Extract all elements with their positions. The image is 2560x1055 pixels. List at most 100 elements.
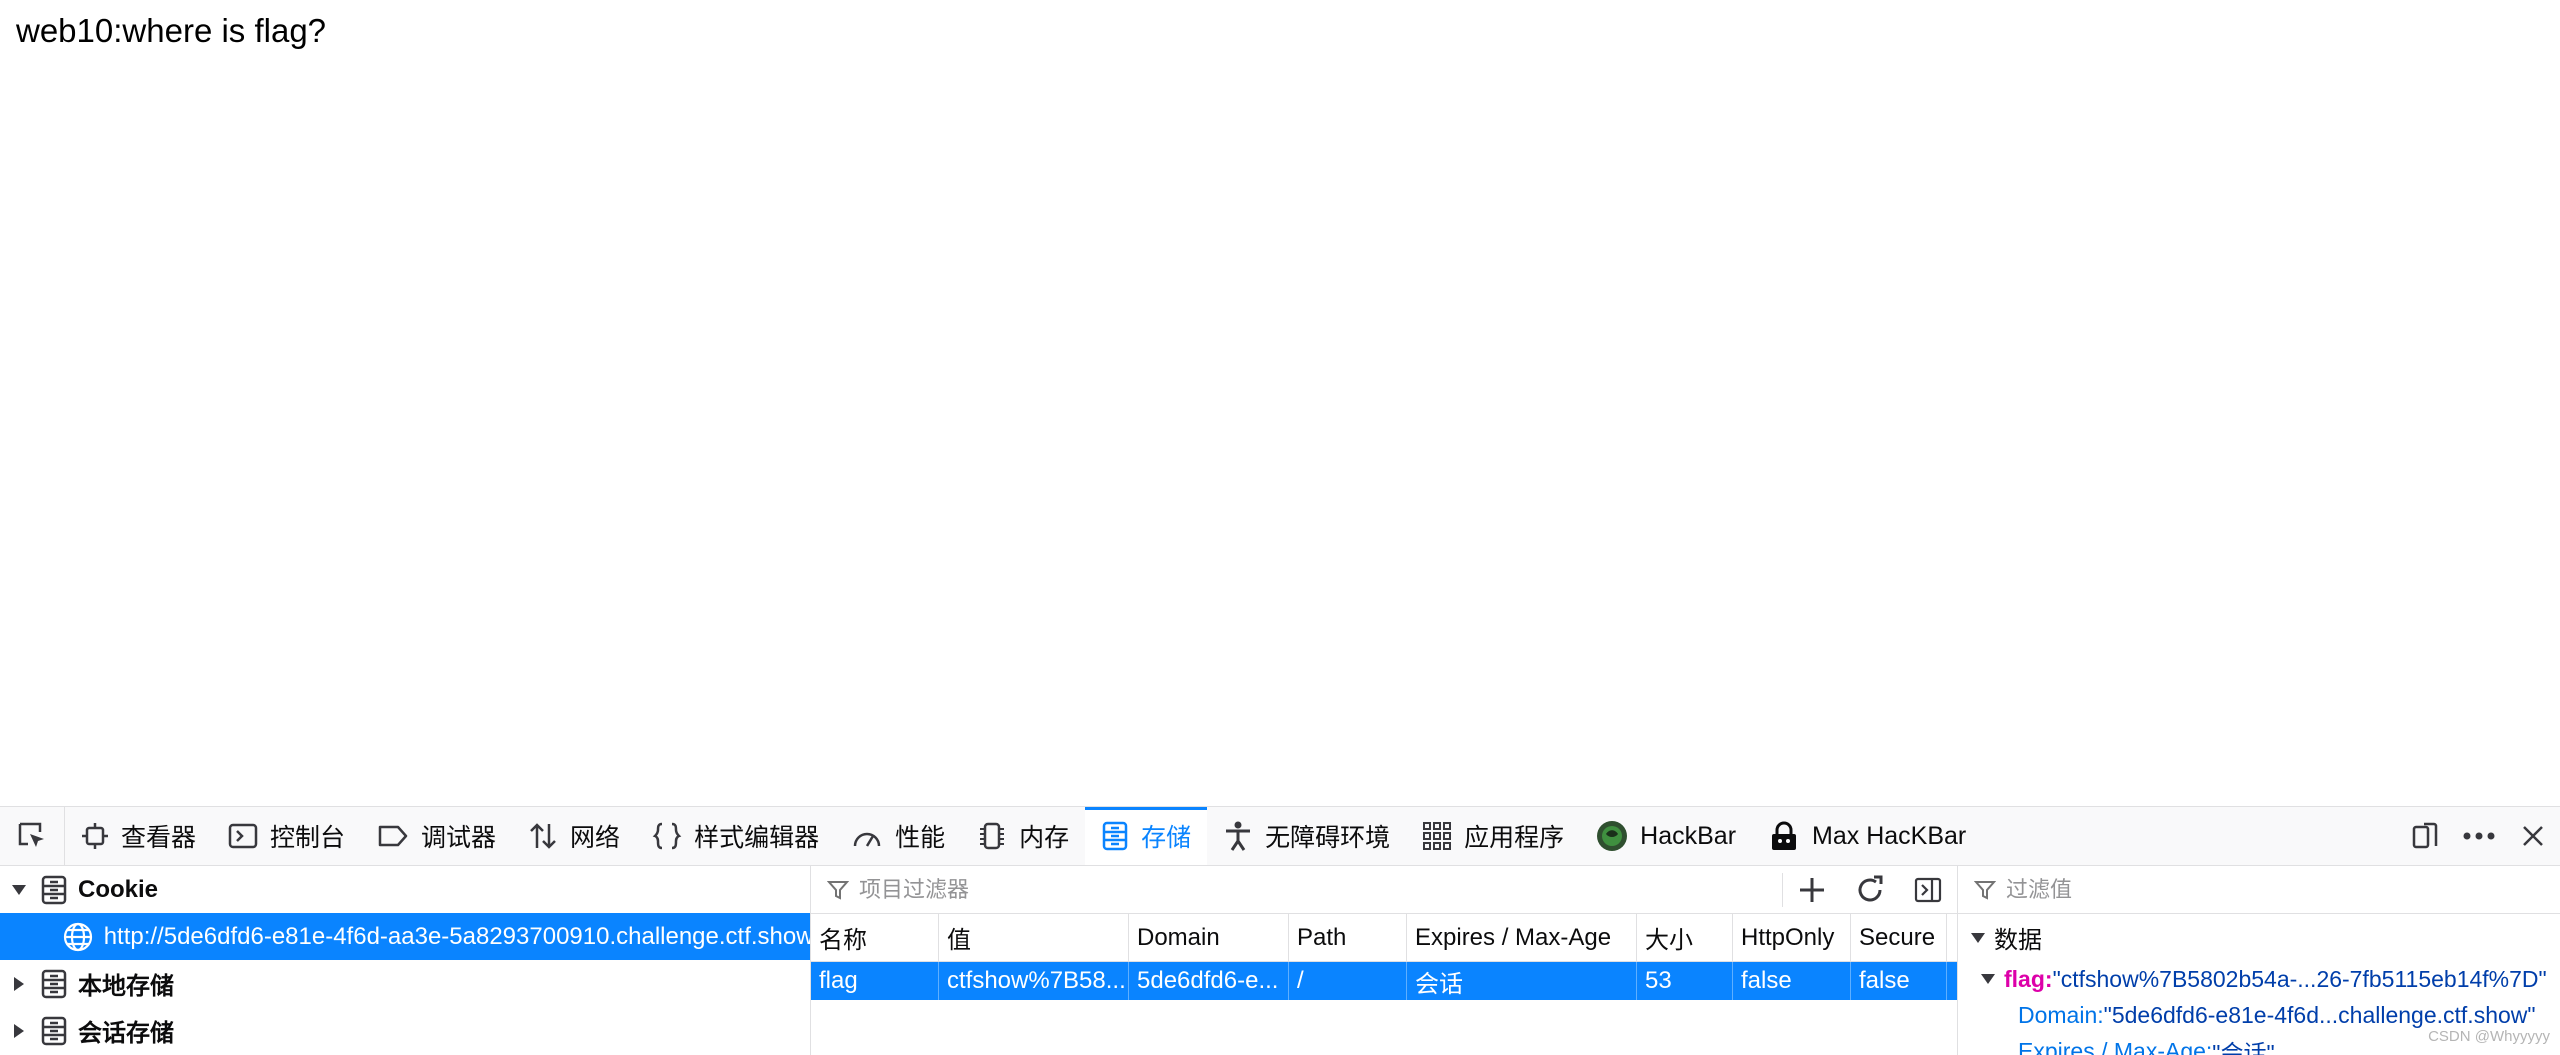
column-header-domain[interactable]: Domain	[1129, 914, 1289, 961]
tab-inspector[interactable]: 查看器	[65, 807, 212, 865]
detail-key: flag	[2004, 966, 2045, 993]
tab-memory[interactable]: 内存	[961, 807, 1085, 865]
tab-label: 无障碍环境	[1265, 818, 1390, 854]
table-header: 名称 值 Domain Path Expires / Max-Age 大小 Ht…	[811, 914, 1957, 962]
flag-detail-row[interactable]: flag: "ctfshow%7B5802b54a-...26-7fb5115e…	[1958, 961, 2560, 997]
toolbar-right-controls	[2398, 807, 2560, 865]
cell-domain: 5de6dfd6-e...	[1129, 962, 1289, 1000]
column-header-name[interactable]: 名称	[811, 914, 939, 961]
tab-label: 性能	[895, 818, 945, 854]
column-header-expires[interactable]: Expires / Max-Age	[1407, 914, 1637, 961]
hackbar-icon	[1596, 820, 1628, 852]
tree-item-session-storage[interactable]: 会话存储	[0, 1007, 810, 1054]
performance-icon	[851, 822, 883, 850]
refresh-icon	[1855, 875, 1885, 905]
sidebar-toggle-icon	[1914, 877, 1942, 903]
tab-max-hackbar[interactable]: Max HacKBar	[1752, 807, 1982, 865]
tab-label: 存储	[1141, 818, 1191, 854]
cookie-details-panel: 数据 flag: "ctfshow%7B5802b54a-...26-7fb51…	[1958, 866, 2560, 1055]
items-filter-bar	[811, 866, 1957, 914]
tree-label: http://5de6dfd6-e81e-4f6d-aa3e-5a8293700…	[104, 923, 810, 951]
cell-expires: 会话	[1407, 962, 1637, 1000]
values-filter-input[interactable]	[2004, 876, 2508, 904]
collapsed-arrow-icon[interactable]	[8, 1023, 30, 1039]
style-editor-icon	[652, 821, 682, 851]
filter-icon	[1974, 879, 1996, 901]
tab-label: 网络	[570, 818, 620, 854]
column-header-httponly[interactable]: HttpOnly	[1733, 914, 1851, 961]
cell-secure: false	[1851, 962, 1947, 1000]
tab-hackbar[interactable]: HackBar	[1580, 807, 1752, 865]
tree-label: Cookie	[78, 876, 158, 904]
inspector-icon	[81, 822, 109, 850]
detail-value: "ctfshow%7B5802b54a-...26-7fb5115eb14f%7…	[2053, 966, 2547, 993]
more-options-button[interactable]	[2452, 807, 2506, 865]
data-section-header[interactable]: 数据	[1958, 914, 2560, 961]
collapsed-arrow-icon[interactable]	[8, 976, 30, 992]
storage-icon	[1101, 821, 1129, 851]
tree-item-cookie-host[interactable]: http://5de6dfd6-e81e-4f6d-aa3e-5a8293700…	[0, 913, 810, 960]
storage-icon	[40, 1016, 68, 1046]
cookie-table-panel: 名称 值 Domain Path Expires / Max-Age 大小 Ht…	[811, 866, 1958, 1055]
cell-path: /	[1289, 962, 1407, 1000]
tab-style-editor[interactable]: 样式编辑器	[636, 807, 835, 865]
tree-item-cookie[interactable]: Cookie	[0, 866, 810, 913]
detail-value: "5de6dfd6-e81e-4f6d...challenge.ctf.show…	[2104, 1002, 2536, 1029]
tab-label: 调试器	[421, 818, 496, 854]
network-icon	[528, 821, 558, 851]
cell-name: flag	[811, 962, 939, 1000]
tab-performance[interactable]: 性能	[835, 807, 961, 865]
tab-label: 内存	[1019, 818, 1069, 854]
tab-console[interactable]: 控制台	[212, 807, 361, 865]
max-hackbar-icon	[1768, 820, 1800, 852]
responsive-design-button[interactable]	[2398, 807, 2452, 865]
console-icon	[228, 822, 258, 850]
memory-icon	[977, 821, 1007, 851]
close-devtools-button[interactable]	[2506, 807, 2560, 865]
toggle-sidebar-button[interactable]	[1899, 877, 1957, 903]
tab-label: Max HacKBar	[1812, 822, 1966, 851]
tab-label: 应用程序	[1464, 818, 1564, 854]
expanded-arrow-icon[interactable]	[8, 884, 30, 896]
column-header-secure[interactable]: Secure	[1851, 914, 1947, 961]
cell-value: ctfshow%7B58...	[939, 962, 1129, 1000]
column-header-path[interactable]: Path	[1289, 914, 1407, 961]
tab-debugger[interactable]: 调试器	[361, 807, 512, 865]
expanded-arrow-icon[interactable]	[1980, 973, 1996, 985]
tree-label: 本地存储	[78, 966, 174, 1001]
tab-accessibility[interactable]: 无障碍环境	[1207, 807, 1406, 865]
storage-tree: Cookie http://5de6dfd6-e81e-4f6d-aa3e-5a…	[0, 866, 811, 1055]
tab-label: 控制台	[270, 818, 345, 854]
table-row[interactable]: flag ctfshow%7B58... 5de6dfd6-e... / 会话 …	[811, 962, 1957, 1000]
column-header-value[interactable]: 值	[939, 914, 1129, 961]
devtools-panel: 查看器 控制台 调试器 网络 样式编辑器	[0, 806, 2560, 1055]
expanded-arrow-icon[interactable]	[1970, 932, 1986, 944]
element-picker-button[interactable]	[0, 807, 65, 865]
devtools-toolbar: 查看器 控制台 调试器 网络 样式编辑器	[0, 807, 2560, 866]
tab-application[interactable]: 应用程序	[1406, 807, 1580, 865]
debugger-icon	[377, 823, 409, 849]
tab-storage[interactable]: 存储	[1085, 807, 1207, 865]
detail-value: "会话"	[2212, 1034, 2274, 1055]
items-filter-input[interactable]	[857, 876, 1761, 904]
cell-size: 53	[1637, 962, 1733, 1000]
refresh-button[interactable]	[1841, 875, 1899, 905]
storage-icon	[40, 969, 68, 999]
responsive-design-icon	[2410, 821, 2440, 851]
detail-key: Expires / Max-Age	[2018, 1038, 2206, 1055]
column-header-size[interactable]: 大小	[1637, 914, 1733, 961]
watermark: CSDN @Whyyyyy	[2428, 1028, 2550, 1045]
cell-httponly: false	[1733, 962, 1851, 1000]
tree-item-local-storage[interactable]: 本地存储	[0, 960, 810, 1007]
values-filter-bar	[1958, 866, 2560, 914]
page-text: web10:where is flag?	[16, 12, 326, 50]
pick-element-icon	[16, 820, 48, 852]
more-options-icon	[2462, 831, 2496, 841]
tab-label: 样式编辑器	[694, 818, 819, 854]
section-label: 数据	[1994, 920, 2042, 955]
tab-network[interactable]: 网络	[512, 807, 636, 865]
globe-icon	[62, 921, 94, 953]
add-item-button[interactable]	[1783, 876, 1841, 904]
tab-label: HackBar	[1640, 822, 1736, 851]
table-actions	[1782, 873, 1957, 907]
